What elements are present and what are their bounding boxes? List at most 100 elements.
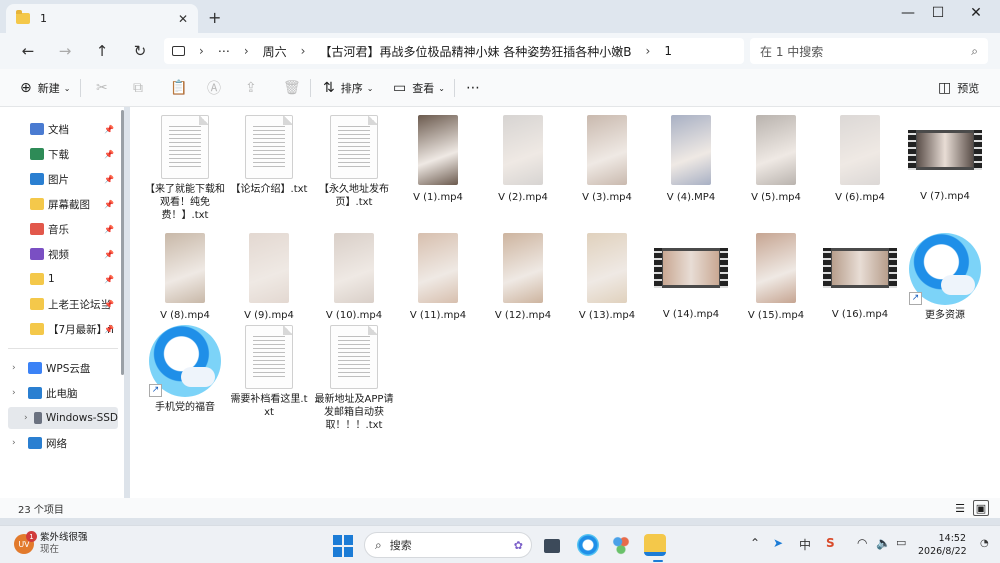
- tree-item[interactable]: › WPS云盘: [8, 357, 118, 379]
- refresh-button[interactable]: ↻: [130, 41, 150, 61]
- pin-icon[interactable]: 📌: [104, 325, 114, 334]
- sidebar-item[interactable]: 文档 📌: [8, 118, 118, 140]
- file-item[interactable]: V (4).MP4: [651, 115, 731, 204]
- taskbar-search[interactable]: ⌕ 搜索 ✿: [364, 532, 532, 558]
- chevron-right-icon[interactable]: ›: [12, 363, 24, 373]
- sort-button[interactable]: ⇅ 排序 ⌄: [323, 78, 373, 98]
- desktop-icon[interactable]: [544, 539, 560, 553]
- file-item[interactable]: V (11).mp4: [398, 233, 478, 322]
- chevron-right-icon[interactable]: ›: [24, 413, 30, 423]
- wifi-icon[interactable]: ◠: [857, 536, 867, 550]
- pin-icon[interactable]: 📌: [104, 125, 114, 134]
- rename-icon[interactable]: Ⓐ: [207, 78, 227, 98]
- sidebar-item[interactable]: 下载 📌: [8, 143, 118, 165]
- file-item[interactable]: V (5).mp4: [736, 115, 816, 204]
- copy-icon[interactable]: ⧉: [133, 78, 149, 98]
- send-icon[interactable]: ➤: [773, 536, 783, 550]
- chevron-right-icon[interactable]: ›: [12, 438, 24, 448]
- more-options-button[interactable]: ⋯: [466, 78, 480, 98]
- sidebar-item[interactable]: 【7月最新】ñ 📌: [8, 318, 118, 340]
- maximize-button[interactable]: ☐: [920, 2, 956, 24]
- file-item[interactable]: V (12).mp4: [483, 233, 563, 322]
- tree-item[interactable]: › 网络: [8, 432, 118, 454]
- tree-item[interactable]: › Windows-SSD: [8, 407, 118, 429]
- cut-icon[interactable]: ✂: [96, 78, 114, 98]
- file-item[interactable]: 【永久地址发布页】.txt: [314, 115, 394, 209]
- pin-icon[interactable]: 📌: [104, 200, 114, 209]
- clock[interactable]: 14:52 2026/8/22: [918, 532, 967, 558]
- file-item[interactable]: ↗ 更多资源: [905, 233, 985, 322]
- video-thumbnail: [418, 115, 458, 185]
- battery-icon[interactable]: ▭: [896, 536, 906, 549]
- pin-icon[interactable]: 📌: [104, 150, 114, 159]
- video-icon: [30, 248, 44, 260]
- tab-close-icon[interactable]: ✕: [178, 12, 188, 26]
- file-item[interactable]: 需要补档看这里.txt: [229, 325, 309, 419]
- taskbar: UV 1 紫外线很强 现在 ⌕ 搜索 ✿ ⌃ ➤ 中 S ◠ 🔈 ▭ 14:52…: [0, 525, 1000, 563]
- navigation-scrollbar[interactable]: [121, 110, 124, 375]
- file-explorer-icon[interactable]: [644, 534, 666, 556]
- sidebar-item[interactable]: 1 📌: [8, 268, 118, 290]
- preview-button[interactable]: ◫ 预览: [938, 78, 979, 98]
- file-item[interactable]: ↗ 手机党的福音: [145, 325, 225, 414]
- sidebar-item[interactable]: 上老王论坛当 📌: [8, 293, 118, 315]
- status-bar: 23 个项目: [0, 498, 1000, 518]
- pin-icon[interactable]: 📌: [104, 300, 114, 309]
- up-button[interactable]: ↑: [92, 41, 112, 61]
- forward-button[interactable]: →: [55, 41, 75, 61]
- ime-indicator[interactable]: 中: [799, 536, 811, 553]
- wps-tray-icon[interactable]: S: [826, 536, 835, 550]
- file-item[interactable]: V (10).mp4: [314, 233, 394, 322]
- new-tab-button[interactable]: +: [208, 8, 221, 27]
- file-item[interactable]: V (3).mp4: [567, 115, 647, 204]
- close-window-button[interactable]: ✕: [958, 2, 994, 24]
- details-view-icon[interactable]: ☰: [952, 500, 968, 516]
- delete-icon[interactable]: 🗑: [283, 78, 307, 98]
- breadcrumb-item[interactable]: 1: [664, 44, 672, 58]
- pin-icon[interactable]: 📌: [104, 275, 114, 284]
- notification-bell-icon[interactable]: ◔: [980, 538, 989, 549]
- back-button[interactable]: ←: [18, 41, 38, 61]
- sidebar-item[interactable]: 屏幕截图 📌: [8, 193, 118, 215]
- sidebar-item[interactable]: 图片 📌: [8, 168, 118, 190]
- browser-icon[interactable]: [577, 534, 599, 556]
- file-item[interactable]: 【来了就能下载和观看！纯免费！】.txt: [145, 115, 225, 222]
- video-thumbnail: [756, 233, 796, 303]
- file-item[interactable]: V (16).mp4: [820, 233, 900, 321]
- file-item[interactable]: V (6).mp4: [820, 115, 900, 204]
- file-item[interactable]: V (15).mp4: [736, 233, 816, 322]
- share-icon[interactable]: ⇪: [245, 78, 263, 98]
- sidebar-item[interactable]: 视频 📌: [8, 243, 118, 265]
- file-name: 【来了就能下载和观看！纯免费！】.txt: [145, 184, 225, 221]
- show-hidden-icons-icon[interactable]: ⌃: [750, 536, 760, 550]
- file-item[interactable]: V (7).mp4: [905, 115, 985, 203]
- file-item[interactable]: V (8).mp4: [145, 233, 225, 322]
- file-item[interactable]: V (13).mp4: [567, 233, 647, 322]
- start-icon[interactable]: [333, 535, 355, 557]
- weather-widget[interactable]: UV 1 紫外线很强 现在: [14, 531, 88, 556]
- file-item[interactable]: V (14).mp4: [651, 233, 731, 321]
- large-icons-view-icon[interactable]: ▣: [973, 500, 989, 516]
- volume-mute-icon[interactable]: 🔈: [876, 536, 891, 550]
- sidebar-item[interactable]: 音乐 📌: [8, 218, 118, 240]
- pin-icon[interactable]: 📌: [104, 175, 114, 184]
- breadcrumb-item[interactable]: 【古河君】再战多位极品精神小妹 各种姿势狂插各种小嫩B: [319, 43, 631, 60]
- app-icon[interactable]: [610, 534, 632, 556]
- pin-icon[interactable]: 📌: [104, 225, 114, 234]
- breadcrumb-more[interactable]: ⋯: [218, 44, 230, 58]
- tree-item[interactable]: › 此电脑: [8, 382, 118, 404]
- breadcrumb-item[interactable]: 周六: [263, 43, 287, 60]
- paste-icon[interactable]: 📋: [170, 78, 193, 98]
- address-bar[interactable]: › ⋯ › 周六 › 【古河君】再战多位极品精神小妹 各种姿势狂插各种小嫩B ›…: [164, 38, 744, 64]
- search-box[interactable]: 在 1 中搜索 ⌕: [750, 38, 988, 64]
- tab-folder-1[interactable]: 1 ✕: [6, 4, 198, 33]
- new-button[interactable]: ⊕ 新建 ⌄: [20, 78, 70, 98]
- file-item[interactable]: V (1).mp4: [398, 115, 478, 204]
- chevron-right-icon[interactable]: ›: [12, 388, 24, 398]
- file-item[interactable]: V (9).mp4: [229, 233, 309, 322]
- file-item[interactable]: 最新地址及APP请发邮箱自动获取！！！.txt: [314, 325, 394, 432]
- pin-icon[interactable]: 📌: [104, 250, 114, 259]
- view-button[interactable]: ▭ 查看 ⌄: [393, 78, 445, 98]
- file-item[interactable]: 【论坛介绍】.txt: [229, 115, 309, 196]
- file-item[interactable]: V (2).mp4: [483, 115, 563, 204]
